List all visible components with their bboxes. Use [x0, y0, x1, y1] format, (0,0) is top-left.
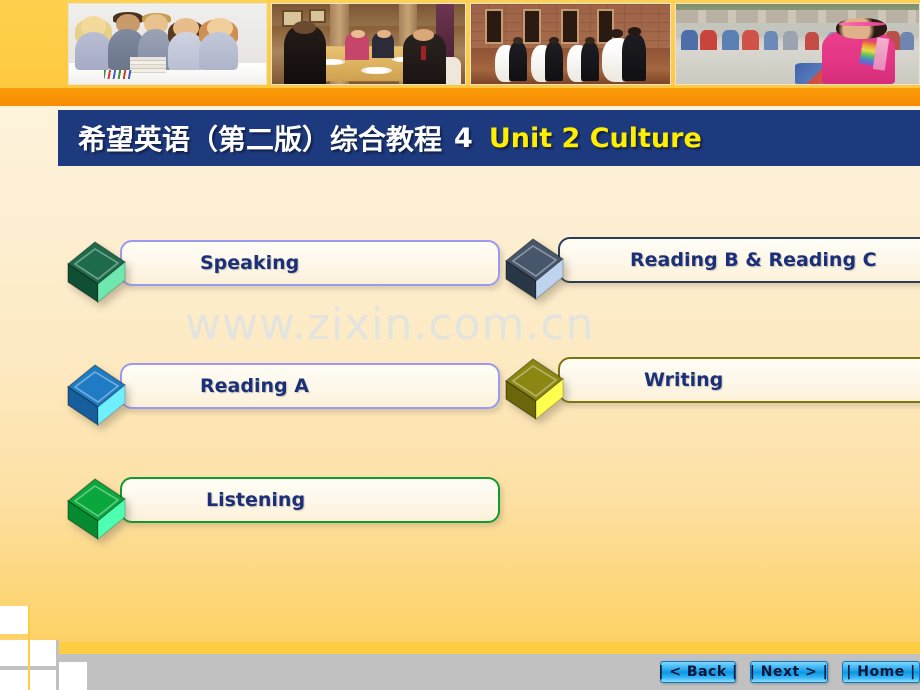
decor-square	[59, 662, 87, 690]
decor-divider	[28, 606, 30, 690]
photo-restaurant-dinner	[271, 3, 467, 85]
menu-item-box[interactable]: Listening	[120, 477, 500, 523]
decor-divider	[56, 640, 59, 690]
yellow-strip	[0, 642, 920, 654]
menu-item-speaking[interactable]: Speaking	[62, 240, 502, 304]
photo-ballroom-dancers	[470, 3, 672, 85]
next-button-label: | Next > |	[749, 664, 829, 680]
back-button-label: | < Back |	[658, 664, 738, 680]
orange-divider-band	[0, 88, 920, 106]
menu-item-box[interactable]: Speaking	[120, 240, 500, 286]
menu-item-writing[interactable]: Writing	[500, 357, 920, 421]
page-title-chinese: 希望英语（第二版）综合教程	[78, 123, 443, 156]
decor-square	[30, 670, 56, 690]
decor-square	[0, 670, 28, 690]
title-bar: 希望英语（第二版）综合教程 4 Unit 2 Culture	[58, 110, 920, 166]
page-title-english: Unit 2 Culture	[488, 122, 702, 154]
home-button-label: | Home |	[846, 664, 916, 680]
cube-icon-blue	[66, 364, 127, 427]
cube-icon-green-dark	[66, 241, 127, 304]
slide-canvas: 希望英语（第二版）综合教程 4 Unit 2 Culture www.zixin…	[0, 0, 920, 690]
cube-icon-slate	[504, 238, 565, 301]
photo-students-studying	[68, 3, 268, 85]
decor-square	[0, 640, 28, 666]
menu-item-label: Reading A	[200, 375, 309, 397]
page-title-unit-number: 4	[454, 122, 473, 154]
decor-square	[0, 606, 28, 634]
menu-item-label: Writing	[644, 369, 724, 391]
cube-icon-olive	[504, 358, 565, 421]
next-button[interactable]: | Next > |	[750, 661, 828, 683]
photo-outdoor-crowd	[675, 3, 920, 85]
menu-item-label: Listening	[206, 489, 306, 511]
photo-strip	[68, 3, 920, 85]
menu-item-listening[interactable]: Listening	[62, 477, 502, 541]
back-button[interactable]: | < Back |	[658, 661, 738, 683]
menu-item-label: Reading B & Reading C	[630, 249, 877, 271]
menu-item-reading-b-reading-c[interactable]: Reading B & Reading C	[500, 237, 920, 301]
home-button[interactable]: | Home |	[842, 661, 920, 683]
menu-item-reading-a[interactable]: Reading A	[62, 363, 502, 427]
photo-band	[0, 0, 920, 88]
watermark-text: www.zixin.com.cn	[185, 299, 595, 350]
menu-item-label: Speaking	[200, 252, 300, 274]
menu-item-box[interactable]: Writing	[558, 357, 920, 403]
navigation-bar: | < Back | | Next > | | Home |	[658, 661, 920, 683]
menu-item-box[interactable]: Reading A	[120, 363, 500, 409]
decor-square	[30, 640, 56, 666]
cube-icon-green-bright	[66, 478, 127, 541]
menu-item-box[interactable]: Reading B & Reading C	[558, 237, 920, 283]
